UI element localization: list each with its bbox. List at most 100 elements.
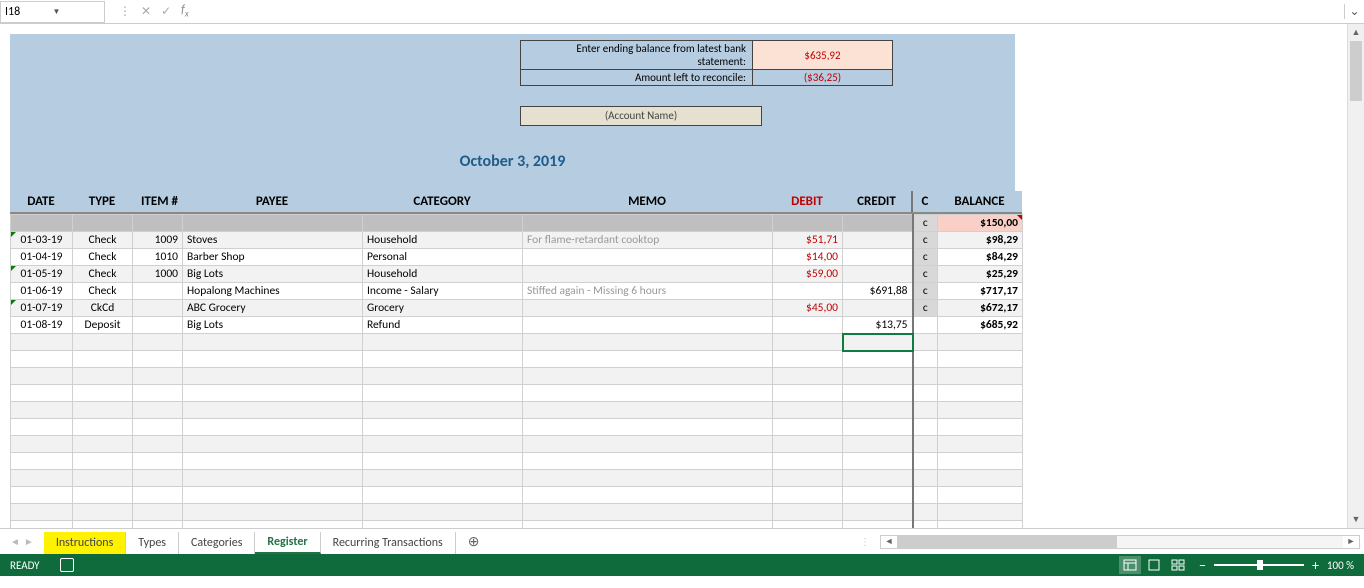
cell-empty[interactable]: [11, 470, 73, 487]
cell-empty[interactable]: [913, 470, 938, 487]
cell-empty[interactable]: [363, 351, 523, 368]
cell-empty[interactable]: [363, 487, 523, 504]
cell-empty[interactable]: [523, 436, 773, 453]
cell-empty[interactable]: [913, 368, 938, 385]
cell-debit[interactable]: $51,71: [773, 232, 843, 249]
cell-type[interactable]: Check: [73, 232, 133, 249]
cell-debit[interactable]: [773, 283, 843, 300]
cell-empty[interactable]: [183, 334, 363, 351]
cell-empty[interactable]: [11, 521, 73, 529]
cell-category[interactable]: Grocery: [363, 300, 523, 317]
cell-payee[interactable]: Barber Shop: [183, 249, 363, 266]
cell-empty[interactable]: [938, 436, 1023, 453]
cell-empty[interactable]: [133, 385, 183, 402]
cell-balance[interactable]: $98,29: [938, 232, 1023, 249]
cell-date[interactable]: 01-06-19: [11, 283, 73, 300]
cell-item[interactable]: [133, 283, 183, 300]
cell-memo[interactable]: [523, 317, 773, 334]
page-layout-view-button[interactable]: [1143, 556, 1165, 574]
cell-empty[interactable]: [183, 402, 363, 419]
cell-empty[interactable]: [523, 351, 773, 368]
cell-empty[interactable]: [73, 402, 133, 419]
cell-empty[interactable]: [183, 368, 363, 385]
cell-empty[interactable]: [183, 419, 363, 436]
cell-empty[interactable]: [133, 521, 183, 529]
cell-empty[interactable]: [363, 470, 523, 487]
cell-debit[interactable]: $14,00: [773, 249, 843, 266]
start-c[interactable]: c: [913, 215, 938, 232]
cell-empty[interactable]: [73, 453, 133, 470]
cell-empty[interactable]: [773, 368, 843, 385]
formula-input[interactable]: [201, 1, 1344, 23]
cell-empty[interactable]: [773, 402, 843, 419]
cell-empty[interactable]: [938, 368, 1023, 385]
cell-empty[interactable]: [523, 419, 773, 436]
cell-credit[interactable]: [843, 266, 913, 283]
cell-c[interactable]: c: [913, 300, 938, 317]
cell-empty[interactable]: [73, 436, 133, 453]
cell-empty[interactable]: [11, 504, 73, 521]
cell-empty[interactable]: [183, 351, 363, 368]
zoom-level[interactable]: 100 %: [1327, 559, 1354, 572]
hscroll-thumb[interactable]: [897, 536, 1117, 548]
cell-empty[interactable]: [183, 504, 363, 521]
cell-empty[interactable]: [73, 470, 133, 487]
tab-instructions[interactable]: Instructions: [44, 532, 126, 554]
cell-empty[interactable]: [773, 504, 843, 521]
cell-empty[interactable]: [133, 402, 183, 419]
cell-empty[interactable]: [843, 504, 913, 521]
cell-credit[interactable]: [843, 232, 913, 249]
cell-empty[interactable]: [183, 487, 363, 504]
cell-empty[interactable]: [133, 487, 183, 504]
cell-empty[interactable]: [523, 334, 773, 351]
cell-balance[interactable]: $717,17: [938, 283, 1023, 300]
cell-empty[interactable]: [773, 419, 843, 436]
cell-date[interactable]: 01-07-19: [11, 300, 73, 317]
cell-empty[interactable]: [523, 521, 773, 529]
cell-empty[interactable]: [73, 419, 133, 436]
tab-register[interactable]: Register: [255, 532, 320, 554]
cell-empty[interactable]: [73, 351, 133, 368]
cell-empty[interactable]: [938, 402, 1023, 419]
cell-empty[interactable]: [11, 385, 73, 402]
cell-payee[interactable]: Stoves: [183, 232, 363, 249]
cell-empty[interactable]: [523, 453, 773, 470]
cell-empty[interactable]: [913, 385, 938, 402]
cell-type[interactable]: Deposit: [73, 317, 133, 334]
cell-type[interactable]: Check: [73, 266, 133, 283]
cell-date[interactable]: 01-05-19: [11, 266, 73, 283]
horizontal-scrollbar[interactable]: ◄ ►: [880, 535, 1360, 549]
normal-view-button[interactable]: [1119, 556, 1141, 574]
cell-empty[interactable]: [363, 521, 523, 529]
cell-empty[interactable]: [913, 351, 938, 368]
cell-empty[interactable]: [183, 453, 363, 470]
cell-memo[interactable]: For flame-retardant cooktop: [523, 232, 773, 249]
cell-debit[interactable]: $59,00: [773, 266, 843, 283]
cell-empty[interactable]: [523, 470, 773, 487]
cell-empty[interactable]: [843, 436, 913, 453]
cell-empty[interactable]: [73, 521, 133, 529]
cell-empty[interactable]: [133, 351, 183, 368]
hscroll-left-icon[interactable]: ◄: [881, 536, 897, 547]
tab-categories[interactable]: Categories: [179, 532, 255, 554]
cell-item[interactable]: 1010: [133, 249, 183, 266]
fx-icon[interactable]: fx: [181, 3, 189, 19]
tab-types[interactable]: Types: [126, 532, 179, 554]
cell-empty[interactable]: [11, 453, 73, 470]
cell-empty[interactable]: [363, 453, 523, 470]
cell-debit[interactable]: [773, 317, 843, 334]
cell-empty[interactable]: [11, 334, 73, 351]
cell-type[interactable]: CkCd: [73, 300, 133, 317]
zoom-in-button[interactable]: +: [1312, 557, 1319, 574]
cell-c[interactable]: [913, 317, 938, 334]
cell-balance[interactable]: $84,29: [938, 249, 1023, 266]
cell-c[interactable]: c: [913, 266, 938, 283]
cell-empty[interactable]: [133, 453, 183, 470]
hscroll-right-icon[interactable]: ►: [1343, 536, 1359, 547]
cell-empty[interactable]: [73, 504, 133, 521]
cell-empty[interactable]: [11, 487, 73, 504]
cell-item[interactable]: [133, 300, 183, 317]
cell-empty[interactable]: [938, 385, 1023, 402]
cell-empty[interactable]: [183, 385, 363, 402]
cell-empty[interactable]: [133, 436, 183, 453]
